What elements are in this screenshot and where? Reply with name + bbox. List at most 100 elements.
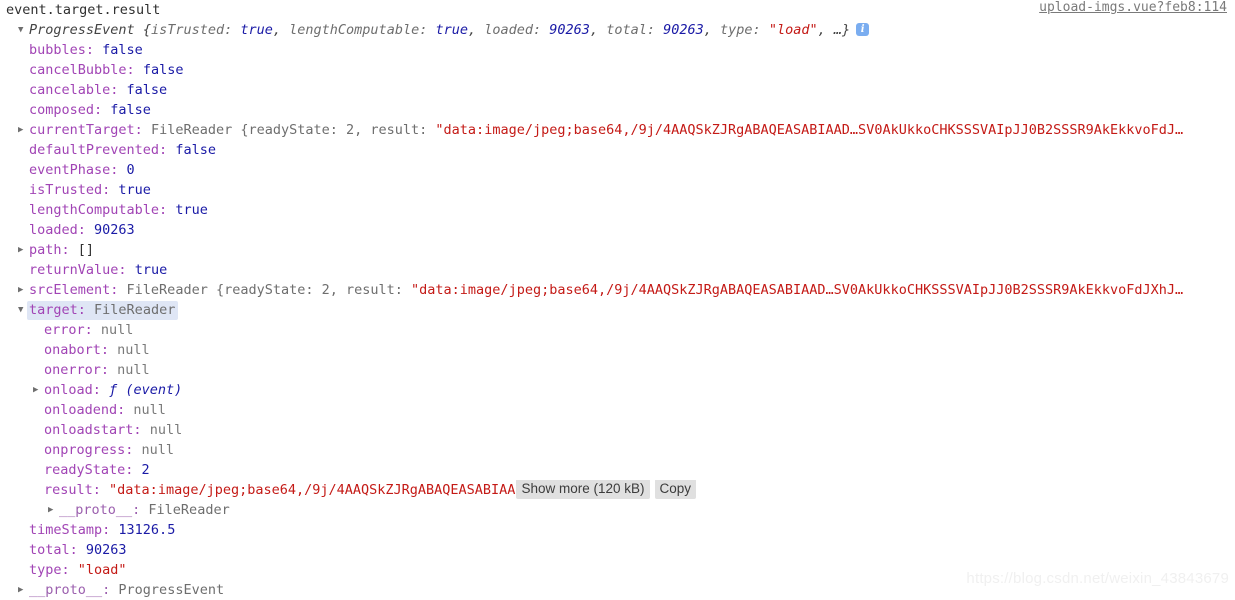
property-value-total: 90263: [85, 542, 127, 558]
property-key-onload: onload:: [44, 382, 101, 398]
property-key-onloadstart: onloadstart:: [44, 422, 142, 438]
property-row-proto-filereader[interactable]: __proto__: FileReader: [0, 500, 1235, 520]
property-key-readyState: readyState:: [44, 462, 134, 478]
disclosure-triangle-currentTarget[interactable]: [18, 120, 29, 140]
property-row-lengthComputable: lengthComputable: true: [0, 200, 1235, 220]
property-key-proto-filereader: __proto__:: [59, 502, 141, 518]
property-row-target[interactable]: target: FileReader: [0, 300, 1235, 320]
property-value-timeStamp: 13126.5: [118, 522, 176, 538]
preview-value-lengthcomputable: true: [435, 22, 468, 38]
spacer-target: [86, 302, 94, 318]
disclosure-triangle-proto-progressevent[interactable]: [18, 580, 29, 600]
spacer-path: [70, 242, 78, 258]
preview-class-name: ProgressEvent: [29, 22, 135, 38]
spacer-readyState: [133, 462, 141, 478]
property-row-defaultPrevented: defaultPrevented: false: [0, 140, 1235, 160]
property-value-proto-filereader: FileReader: [148, 502, 230, 518]
property-row-onprogress: onprogress: null: [0, 440, 1235, 460]
spacer-onload: [101, 382, 109, 398]
property-row-onabort: onabort: null: [0, 340, 1235, 360]
console-output-panel: event.target.result ProgressEvent {isTru…: [0, 0, 1235, 600]
preview-value-istrusted: true: [240, 22, 273, 38]
property-key-onprogress: onprogress:: [44, 442, 134, 458]
spacer-type: [70, 562, 78, 578]
property-key-returnValue: returnValue:: [29, 262, 127, 278]
spacer-loaded: [86, 222, 94, 238]
property-key-cancelBubble: cancelBubble:: [29, 62, 135, 78]
property-preview-string-currentTarget: "data:image/jpeg;base64,/9j/4AAQSkZJRgAB…: [435, 122, 1184, 138]
property-value-onloadstart: null: [149, 422, 183, 438]
preview-key-lengthcomputable: lengthComputable:: [289, 22, 428, 38]
property-value-type: "load": [77, 562, 127, 578]
property-row-timeStamp: timeStamp: 13126.5: [0, 520, 1235, 540]
property-key-result: result:: [44, 482, 101, 498]
property-key-total: total:: [29, 542, 78, 558]
preview-value-type: "load": [768, 22, 818, 38]
echo-expression-text: event.target.result: [6, 2, 161, 18]
property-value-proto-progressevent: ProgressEvent: [118, 582, 225, 598]
property-key-timeStamp: timeStamp:: [29, 522, 111, 538]
preview-open-brace: {: [142, 22, 151, 38]
property-value-onprogress: null: [141, 442, 175, 458]
property-value-returnValue: true: [134, 262, 168, 278]
spacer-onerror: [109, 362, 117, 378]
property-row-srcElement[interactable]: srcElement: FileReader {readyState: 2, r…: [0, 280, 1235, 300]
property-value-onerror: null: [117, 362, 150, 378]
disclosure-triangle-progressevent[interactable]: [18, 20, 29, 40]
spacer-total: [78, 542, 86, 558]
spacer-cancelBubble: [135, 62, 143, 78]
property-value-path: []: [77, 242, 95, 258]
property-row-composed: composed: false: [0, 100, 1235, 120]
property-key-target: target:: [29, 302, 86, 318]
property-value-onload: (event): [125, 382, 183, 398]
property-key-type: type:: [29, 562, 70, 578]
spacer-onprogress: [133, 442, 141, 458]
property-key-composed: composed:: [29, 102, 103, 118]
property-value-target: FileReader: [94, 302, 176, 318]
info-icon[interactable]: i: [856, 22, 870, 36]
property-row-result: result: "data:image/jpeg;base64,/9j/4AAQ…: [0, 480, 1235, 500]
preview-value-total: 90263: [663, 22, 704, 38]
property-value-defaultPrevented: false: [175, 142, 216, 158]
property-row-bubbles: bubbles: false: [0, 40, 1235, 60]
property-value-lengthComputable: true: [175, 202, 208, 218]
progressevent-preview-row[interactable]: ProgressEvent {isTrusted: true, lengthCo…: [0, 20, 1235, 40]
property-value-cancelBubble: false: [142, 62, 184, 78]
copy-button[interactable]: Copy: [654, 480, 697, 499]
property-value-isTrusted: true: [118, 182, 151, 198]
property-row-cancelable: cancelable: false: [0, 80, 1235, 100]
property-preview-string-srcElement: "data:image/jpeg;base64,/9j/4AAQSkZJRgAB…: [411, 282, 1184, 298]
watermark-text: https://blog.csdn.net/weixin_43843679: [966, 570, 1229, 587]
property-key-cancelable: cancelable:: [29, 82, 119, 98]
property-row-onload[interactable]: onload: ƒ (event): [0, 380, 1235, 400]
spacer-onabort: [109, 342, 117, 358]
property-key-srcElement: srcElement:: [29, 282, 119, 298]
disclosure-triangle-onload[interactable]: [33, 380, 44, 400]
property-key-onloadend: onloadend:: [44, 402, 126, 418]
disclosure-triangle-proto-filereader[interactable]: [48, 500, 59, 520]
spacer-srcElement: [118, 282, 126, 298]
disclosure-triangle-path[interactable]: [18, 240, 29, 260]
spacer-eventPhase: [118, 162, 126, 178]
property-value-composed: false: [110, 102, 151, 118]
preview-close-brace: }: [842, 22, 851, 38]
property-value-onabort: null: [117, 342, 150, 358]
property-key-eventPhase: eventPhase:: [29, 162, 119, 178]
property-row-isTrusted: isTrusted: true: [0, 180, 1235, 200]
property-key-isTrusted: isTrusted:: [29, 182, 111, 198]
property-row-path[interactable]: path: []: [0, 240, 1235, 260]
property-row-onloadstart: onloadstart: null: [0, 420, 1235, 440]
preview-key-loaded: loaded:: [484, 22, 542, 38]
property-row-returnValue: returnValue: true: [0, 260, 1235, 280]
property-value-error: null: [100, 322, 134, 338]
show-more-button[interactable]: Show more (120 kB): [516, 480, 650, 499]
spacer-error: [93, 322, 101, 338]
property-value-cancelable: false: [126, 82, 168, 98]
spacer-returnValue: [127, 262, 135, 278]
preview-key-istrusted: isTrusted:: [150, 22, 233, 38]
property-key-path: path:: [29, 242, 70, 258]
property-row-eventPhase: eventPhase: 0: [0, 160, 1235, 180]
property-row-currentTarget[interactable]: currentTarget: FileReader {readyState: 2…: [0, 120, 1235, 140]
console-echo-line: event.target.result: [0, 0, 1235, 20]
disclosure-triangle-srcElement[interactable]: [18, 280, 29, 300]
